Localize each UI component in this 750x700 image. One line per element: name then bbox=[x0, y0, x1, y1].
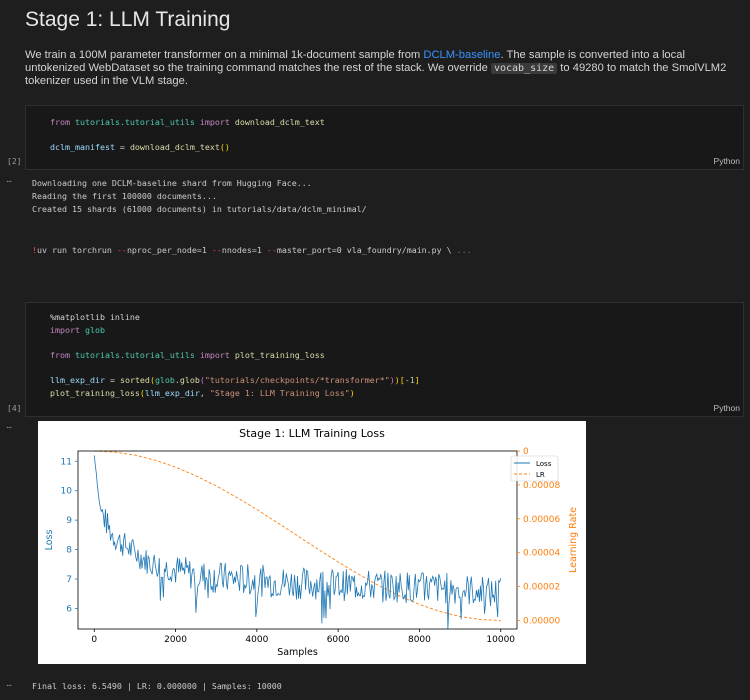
notebook-page: Stage 1: LLM Training We train a 100M pa… bbox=[0, 0, 750, 700]
page-title: Stage 1: LLM Training bbox=[25, 8, 231, 31]
dclm-baseline-link[interactable]: DCLM-baseline bbox=[423, 49, 500, 61]
loss-chart: Stage 1: LLM Training Loss 0 2000 4000 6000 8… bbox=[44, 427, 579, 658]
string-literal: "tutorials/checkpoints/*transformer*" bbox=[204, 375, 390, 385]
operator: = bbox=[104, 375, 120, 385]
keyword: import bbox=[199, 117, 230, 127]
y-left-tick-label: 9 bbox=[66, 516, 72, 526]
x-tick-label: 8000 bbox=[408, 635, 431, 645]
x-tick-label: 0 bbox=[91, 635, 97, 645]
cell-language-label[interactable]: Python bbox=[714, 156, 740, 166]
y-left-tick-label: 6 bbox=[66, 604, 72, 614]
command-text: nnodes=1 bbox=[221, 245, 267, 255]
final-stats-line: Final loss: 6.5490 | LR: 0.000000 | Samp… bbox=[32, 681, 282, 691]
module-name: tutorials.tutorial_utils bbox=[74, 117, 195, 127]
code-line: from tutorials.tutorial_utils import dow… bbox=[50, 117, 325, 127]
output-line: Reading the first 100000 documents... bbox=[32, 191, 217, 201]
y-left-tick-label: 8 bbox=[66, 546, 72, 556]
flag-dash: -- bbox=[211, 245, 222, 255]
y-right-tick-label: 0.00000 bbox=[523, 617, 560, 627]
series-line-lr bbox=[94, 450, 501, 621]
command-text: uv run torchrun bbox=[37, 245, 117, 255]
y-right-axis-label: Learning Rate bbox=[568, 507, 579, 573]
truncated-ellipsis[interactable]: ... bbox=[457, 245, 472, 255]
variable-name: dclm_manifest bbox=[50, 142, 115, 152]
paragraph-text: We train a 100M parameter transformer on… bbox=[25, 49, 424, 61]
x-tick-label: 10000 bbox=[486, 635, 515, 645]
output-ellipsis[interactable]: ... bbox=[6, 678, 12, 689]
function-name: plot_training_loss bbox=[234, 350, 325, 360]
function-name: glob bbox=[179, 375, 200, 385]
command-text: master_port=0 vla_foundry/main.py \ bbox=[276, 245, 457, 255]
x-tick-label: 6000 bbox=[327, 635, 350, 645]
code-line: llm_exp_dir = sorted(glob.glob("tutorial… bbox=[50, 375, 420, 385]
training-loss-figure: Stage 1: LLM Training Loss 0 2000 4000 6000 8… bbox=[38, 421, 586, 664]
command-text: nproc_per_node=1 bbox=[126, 245, 212, 255]
function-name: plot_training_loss bbox=[50, 388, 140, 398]
module-name: tutorials.tutorial_utils bbox=[74, 350, 195, 360]
y-left-tick-label: 10 bbox=[61, 487, 73, 497]
y-left-tick-label: 7 bbox=[66, 575, 72, 585]
module-name: glob bbox=[154, 375, 175, 385]
y-left-axis-label: Loss bbox=[44, 530, 55, 551]
inline-code: vocab_size bbox=[490, 62, 558, 74]
keyword: import bbox=[50, 325, 80, 335]
variable-name: llm_exp_dir bbox=[144, 388, 200, 398]
y-right-tick-label: 0.00002 bbox=[523, 583, 560, 593]
y-right-tick-label: 0.00004 bbox=[523, 549, 560, 559]
legend-label-loss: Loss bbox=[536, 460, 552, 468]
x-axis-label: Samples bbox=[277, 647, 318, 658]
module-name: glob bbox=[84, 325, 105, 335]
execution-count: [4] bbox=[7, 404, 22, 413]
x-tick-label: 2000 bbox=[164, 635, 187, 645]
magic-command: %matplotlib inline bbox=[50, 312, 140, 322]
output-line: Downloading one DCLM-baseline shard from… bbox=[32, 178, 312, 188]
keyword: from bbox=[50, 117, 70, 127]
number-literal: -1 bbox=[404, 375, 415, 385]
cell-language-label[interactable]: Python bbox=[714, 403, 740, 413]
markdown-paragraph: We train a 100M parameter transformer on… bbox=[25, 49, 730, 88]
variable-name: llm_exp_dir bbox=[50, 375, 105, 385]
output-ellipsis[interactable]: ... bbox=[6, 174, 12, 185]
legend-label-lr: LR bbox=[536, 471, 545, 479]
code-line: %matplotlib inline bbox=[50, 312, 140, 322]
code-line: dclm_manifest = download_dclm_text() bbox=[50, 142, 230, 152]
series-line-loss bbox=[93, 455, 502, 630]
keyword: from bbox=[50, 350, 70, 360]
flag-dash: -- bbox=[266, 245, 277, 255]
y-left-tick-label: 11 bbox=[61, 457, 72, 467]
y-right-tick-label: 0.00008 bbox=[523, 481, 560, 491]
execution-count: [2] bbox=[7, 157, 22, 166]
code-line: from tutorials.tutorial_utils import plo… bbox=[50, 350, 325, 360]
output-ellipsis[interactable]: ... bbox=[6, 420, 12, 431]
code-cell-download[interactable]: from tutorials.tutorial_utils import dow… bbox=[25, 105, 744, 170]
function-name: download_dclm_text bbox=[234, 117, 325, 127]
output-line: Created 15 shards (61000 documents) in t… bbox=[32, 204, 367, 214]
keyword: import bbox=[199, 350, 230, 360]
code-cell-plot[interactable]: %matplotlib inline import glob from tuto… bbox=[25, 302, 744, 417]
y-right-tick-label: 0.00006 bbox=[523, 515, 560, 525]
y-right-tick-label: 0 bbox=[523, 447, 529, 457]
separator: , bbox=[199, 388, 210, 398]
code-line: import glob bbox=[50, 325, 105, 335]
parens: () bbox=[219, 142, 230, 152]
code-line: plot_training_loss(llm_exp_dir, "Stage 1… bbox=[50, 388, 355, 398]
x-tick-label: 4000 bbox=[245, 635, 268, 645]
chart-title: Stage 1: LLM Training Loss bbox=[239, 427, 385, 440]
operator: = bbox=[114, 142, 130, 152]
function-name: sorted bbox=[119, 375, 150, 385]
plot-frame bbox=[77, 450, 518, 630]
string-literal: "Stage 1: LLM Training Loss" bbox=[209, 388, 350, 398]
shell-command-line: !uv run torchrun --nproc_per_node=1 --nn… bbox=[32, 245, 472, 255]
flag-dash: -- bbox=[116, 245, 127, 255]
function-name: download_dclm_text bbox=[129, 142, 220, 152]
